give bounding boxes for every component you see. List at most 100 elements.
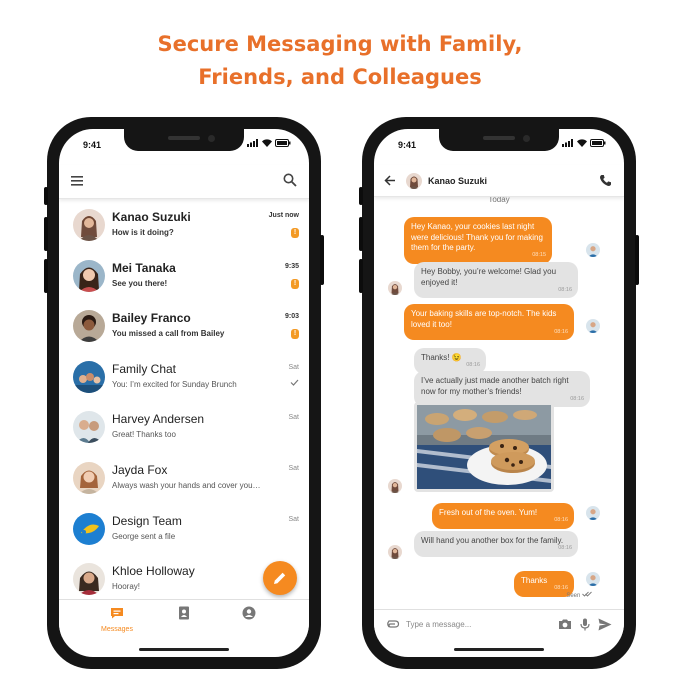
contacts-book-icon [179, 606, 189, 620]
wifi-icon [577, 139, 587, 147]
read-check-icon [290, 379, 299, 386]
conversation-time: 9:35 [284, 262, 299, 270]
conversation-name: Family Chat [112, 361, 177, 376]
back-arrow-icon[interactable] [384, 175, 396, 186]
phone-screen: 9:41 Kanao Suzuki Today Hey Kanao, your … [374, 129, 624, 657]
search-icon[interactable] [283, 173, 297, 187]
conversation-item[interactable]: Jayda Fox Always wash your hands and cov… [59, 454, 309, 505]
chat-bubble-icon [111, 608, 123, 619]
phone-call-icon[interactable] [599, 174, 612, 187]
message-outgoing[interactable]: Fresh out of the oven. Yum! 08:16 [432, 503, 574, 529]
conversation-name: Design Team [112, 513, 182, 528]
tab-messages[interactable]: Messages [87, 606, 147, 633]
conversation-item[interactable]: Bailey Franco You missed a call from Bai… [59, 302, 309, 353]
conversation-time: Sat [288, 464, 299, 472]
message-time: 08:16 [558, 286, 572, 293]
conversation-name: Kanao Suzuki [112, 210, 191, 224]
phone-side-button [320, 235, 324, 285]
contact-name: Kanao Suzuki [428, 176, 488, 186]
message-incoming[interactable]: Thanks! 😉 08:16 [414, 348, 486, 374]
message-time: 08:16 [466, 362, 480, 368]
phone-side-button [44, 187, 48, 205]
message-text: Hey Bobby, you’re welcome! Glad you enjo… [421, 267, 557, 287]
conversation-name: Jayda Fox [112, 462, 168, 477]
conversation-name: Harvey Andersen [112, 412, 205, 427]
cookies-photo [417, 405, 551, 489]
conversation-preview: You: I’m excited for Sunday Brunch [112, 379, 237, 389]
message-outgoing[interactable]: Thanks 08:16 [514, 571, 574, 597]
avatar [73, 310, 105, 343]
avatar [388, 545, 402, 559]
phone-notch [439, 129, 559, 151]
phone-side-button [44, 259, 48, 293]
phone-side-button [359, 187, 363, 205]
conversation-item[interactable]: Kanao Suzuki How is it doing? Just now ! [59, 201, 309, 252]
compose-button[interactable] [263, 561, 297, 595]
shared-photo[interactable] [414, 402, 554, 492]
message-text: Thanks [521, 576, 548, 585]
message-text: I’ve actually just made another batch ri… [421, 376, 569, 396]
message-time: 08:16 [554, 517, 568, 523]
avatar [73, 360, 105, 393]
promo-page: Secure Messaging with Family, Friends, a… [0, 0, 680, 680]
conversation-item[interactable]: Harvey Andersen Great! Thanks too Sat [59, 403, 309, 454]
phone-side-button [44, 217, 48, 251]
tab-contacts[interactable] [154, 606, 214, 625]
avatar [73, 461, 105, 494]
camera-icon[interactable] [558, 618, 572, 630]
chat-header: Kanao Suzuki [374, 165, 624, 197]
message-input[interactable]: Type a message... [406, 620, 471, 629]
headline-line-1: Secure Messaging with Family, [157, 32, 523, 56]
avatar [388, 479, 402, 493]
double-check-icon [582, 591, 592, 597]
signal-icon [562, 139, 573, 147]
bottom-navigation: Messages [59, 599, 309, 637]
pencil-icon [274, 572, 286, 584]
avatar [586, 243, 600, 257]
message-text: Fresh out of the oven. Yum! [439, 508, 538, 517]
send-icon[interactable] [598, 618, 612, 631]
home-indicator [139, 648, 229, 651]
unread-badge: ! [291, 228, 299, 238]
conversation-name: Bailey Franco [112, 311, 191, 326]
microphone-icon[interactable] [580, 618, 590, 631]
avatar [73, 512, 105, 545]
contact-avatar [406, 173, 422, 189]
avatar [586, 572, 600, 586]
message-text: Thanks! 😉 [421, 353, 462, 362]
avatar [73, 411, 105, 444]
avatar [73, 563, 105, 596]
phone-side-button [359, 217, 363, 251]
conversation-time: 9:03 [284, 313, 299, 321]
seen-indicator: Seen [566, 591, 592, 599]
headline-line-2: Friends, and Colleagues [198, 65, 482, 89]
tab-profile[interactable] [219, 606, 279, 625]
message-outgoing[interactable]: Your baking skills are top-notch. The ki… [404, 304, 574, 340]
message-time: 08:16 [554, 328, 568, 335]
wifi-icon [262, 139, 272, 147]
message-time: 08:16 [570, 395, 584, 402]
message-time: 08:16 [558, 545, 572, 551]
seen-label: Seen [566, 593, 581, 599]
phone-side-button [359, 259, 363, 293]
conversation-item[interactable]: Family Chat You: I’m excited for Sunday … [59, 353, 309, 404]
message-outgoing[interactable]: Hey Kanao, your cookies last night were … [404, 217, 552, 264]
message-composer: Type a message... [374, 609, 624, 639]
tab-messages-label: Messages [101, 626, 133, 633]
conversation-preview: Hooray! [112, 582, 141, 592]
conversation-time: Sat [288, 515, 299, 523]
conversation-preview: Great! Thanks too [112, 430, 176, 440]
conversation-preview: You missed a call from Bailey [112, 329, 225, 339]
conversation-item[interactable]: Design Team George sent a file Sat [59, 505, 309, 556]
message-text: Will hand you another box for the family… [421, 536, 564, 545]
avatar [73, 259, 105, 292]
message-incoming[interactable]: Hey Bobby, you’re welcome! Glad you enjo… [414, 262, 578, 298]
conversation-time: Sat [288, 414, 299, 422]
message-text: Hey Kanao, your cookies last night were … [411, 222, 543, 252]
message-incoming[interactable]: Will hand you another box for the family… [414, 531, 578, 557]
conversation-item[interactable]: Mei Tanaka See you there! 9:35 ! [59, 252, 309, 303]
conversation-name: Mei Tanaka [112, 260, 176, 275]
hamburger-icon[interactable] [71, 176, 83, 186]
unread-badge: ! [291, 329, 299, 340]
attachment-icon[interactable] [386, 619, 400, 629]
